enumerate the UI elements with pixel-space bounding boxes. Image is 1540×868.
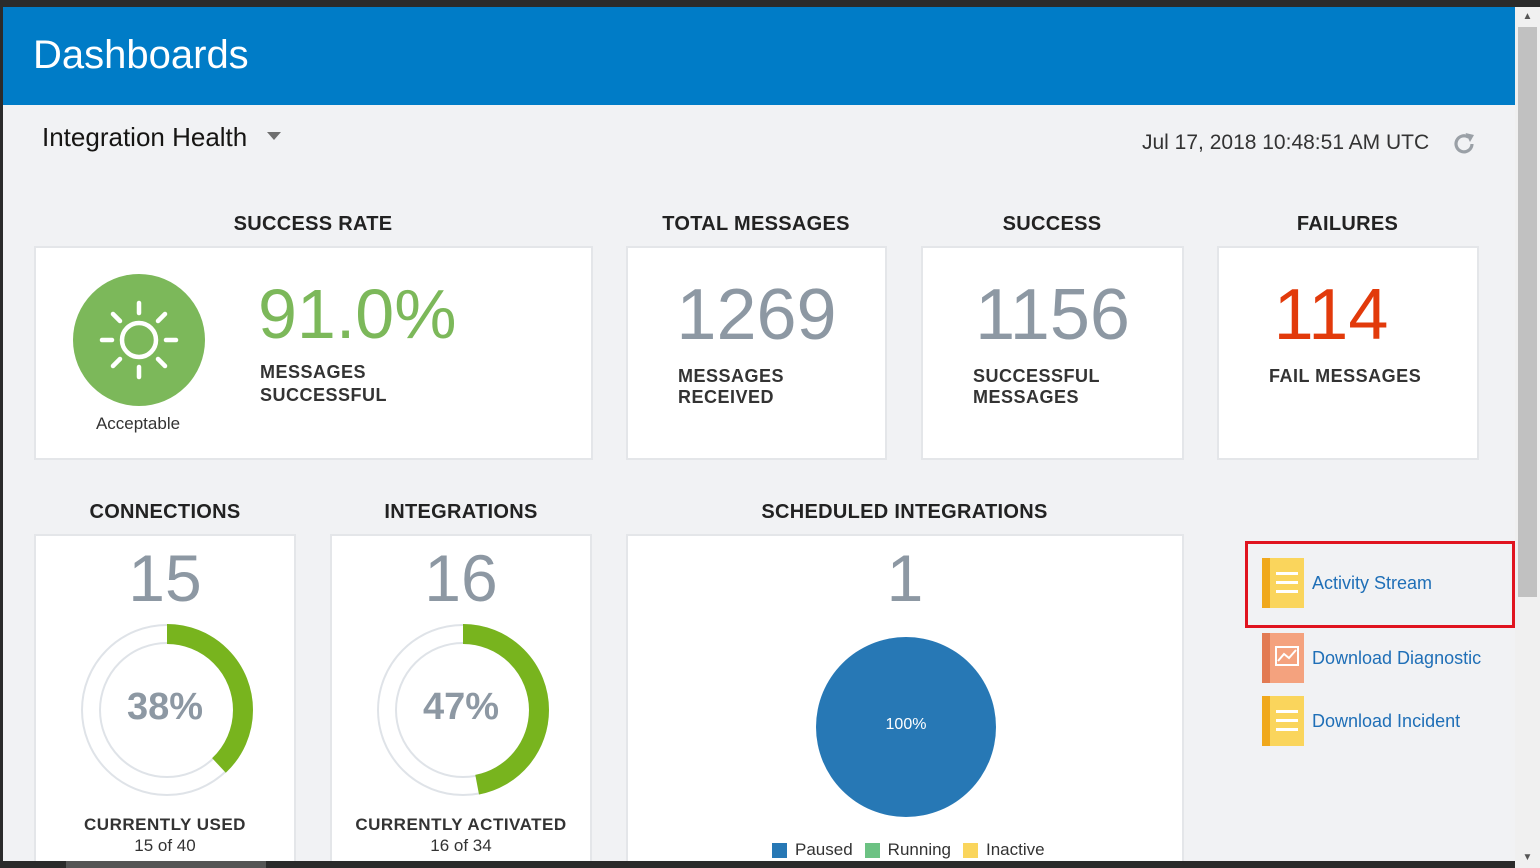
download-diagnostic-link[interactable]: Download Diagnostic (1262, 633, 1481, 683)
vertical-scrollbar[interactable]: ▲ ▼ (1515, 7, 1540, 868)
success-rate-card: Acceptable 91.0% MESSAGES SUCCESSFUL (34, 246, 593, 460)
integrations-percent: 47% (422, 686, 500, 728)
scheduled-integrations-card: 1 100% (626, 534, 1184, 868)
integrations-card: 16 47% CURRENTLY ACTIVATED 16 of 34 (330, 534, 592, 868)
connections-detail: 15 of 40 (134, 836, 196, 855)
pie-slice-label: 100% (885, 716, 927, 733)
integrations-caption: CURRENTLY ACTIVATED (355, 815, 567, 834)
last-updated-timestamp: Jul 17, 2018 10:48:51 AM UTC (1142, 131, 1430, 154)
legend-label-inactive: Inactive (986, 840, 1045, 859)
horizontal-scrollbar[interactable] (0, 861, 1515, 868)
view-selector-label[interactable]: Integration Health (42, 122, 247, 153)
highlight-box (1245, 541, 1515, 628)
legend-label-running: Running (887, 840, 951, 859)
legend-item-running: Running (864, 840, 951, 860)
failures-card: 114 FAIL MESSAGES (1217, 246, 1479, 460)
connections-value: 15 (128, 541, 202, 615)
legend-swatch-paused (772, 842, 787, 858)
success-rate-label-1: MESSAGES (260, 362, 367, 382)
chevron-down-icon[interactable] (267, 132, 281, 140)
connections-percent: 38% (126, 686, 204, 728)
success-value: 1156 (975, 275, 1130, 355)
legend-label-paused: Paused (795, 840, 853, 859)
scheduled-integrations-heading: SCHEDULED INTEGRATIONS (761, 501, 1048, 523)
download-diagnostic-label[interactable]: Download Diagnostic (1312, 648, 1481, 669)
integrations-detail: 16 of 34 (430, 836, 492, 855)
download-incident-label[interactable]: Download Incident (1312, 711, 1460, 732)
connections-heading: CONNECTIONS (89, 501, 241, 523)
success-rate-value: 91.0% (258, 275, 457, 353)
pie-legend: Paused Running Inactive (772, 840, 1057, 860)
total-messages-value: 1269 (676, 275, 837, 355)
failures-value: 114 (1273, 275, 1389, 355)
connections-card: 15 38% CURRENTLY USED 15 of 40 (34, 534, 296, 868)
legend-item-paused: Paused (772, 840, 853, 860)
app-title: Dashboards (33, 33, 249, 77)
total-messages-card: 1269 MESSAGES RECEIVED (626, 246, 887, 460)
app-header: Dashboards (3, 7, 1515, 105)
failures-heading: FAILURES (1296, 213, 1399, 235)
total-messages-heading: TOTAL MESSAGES (662, 213, 850, 235)
legend-item-inactive: Inactive (963, 840, 1045, 860)
total-messages-label-2: RECEIVED (678, 387, 775, 407)
failures-label: FAIL MESSAGES (1269, 366, 1422, 386)
integrations-value: 16 (424, 541, 498, 615)
success-card: 1156 SUCCESSFUL MESSAGES (921, 246, 1184, 460)
legend-swatch-running (864, 842, 880, 858)
download-incident-link[interactable]: Download Incident (1262, 696, 1460, 746)
success-label-2: MESSAGES (973, 387, 1080, 407)
status-label: Acceptable (95, 414, 181, 433)
success-label-1: SUCCESSFUL (973, 366, 1101, 386)
sun-icon (73, 274, 205, 406)
notebook-icon (1262, 696, 1304, 746)
refresh-icon[interactable] (1451, 131, 1477, 157)
integrations-heading: INTEGRATIONS (384, 501, 538, 523)
horizontal-scrollbar-thumb[interactable] (66, 861, 266, 868)
legend-swatch-inactive (963, 842, 978, 858)
success-heading: SUCCESS (1002, 213, 1102, 235)
scrollbar-thumb[interactable] (1518, 27, 1537, 597)
scroll-down-icon[interactable]: ▼ (1515, 848, 1540, 868)
connections-caption: CURRENTLY USED (84, 815, 246, 834)
success-rate-heading: SUCCESS RATE (233, 213, 393, 235)
scroll-up-icon[interactable]: ▲ (1515, 7, 1540, 27)
scheduled-integrations-value: 1 (886, 541, 924, 615)
total-messages-label-1: MESSAGES (678, 366, 785, 386)
chart-document-icon (1262, 633, 1304, 683)
success-rate-label-2: SUCCESSFUL (260, 385, 388, 405)
